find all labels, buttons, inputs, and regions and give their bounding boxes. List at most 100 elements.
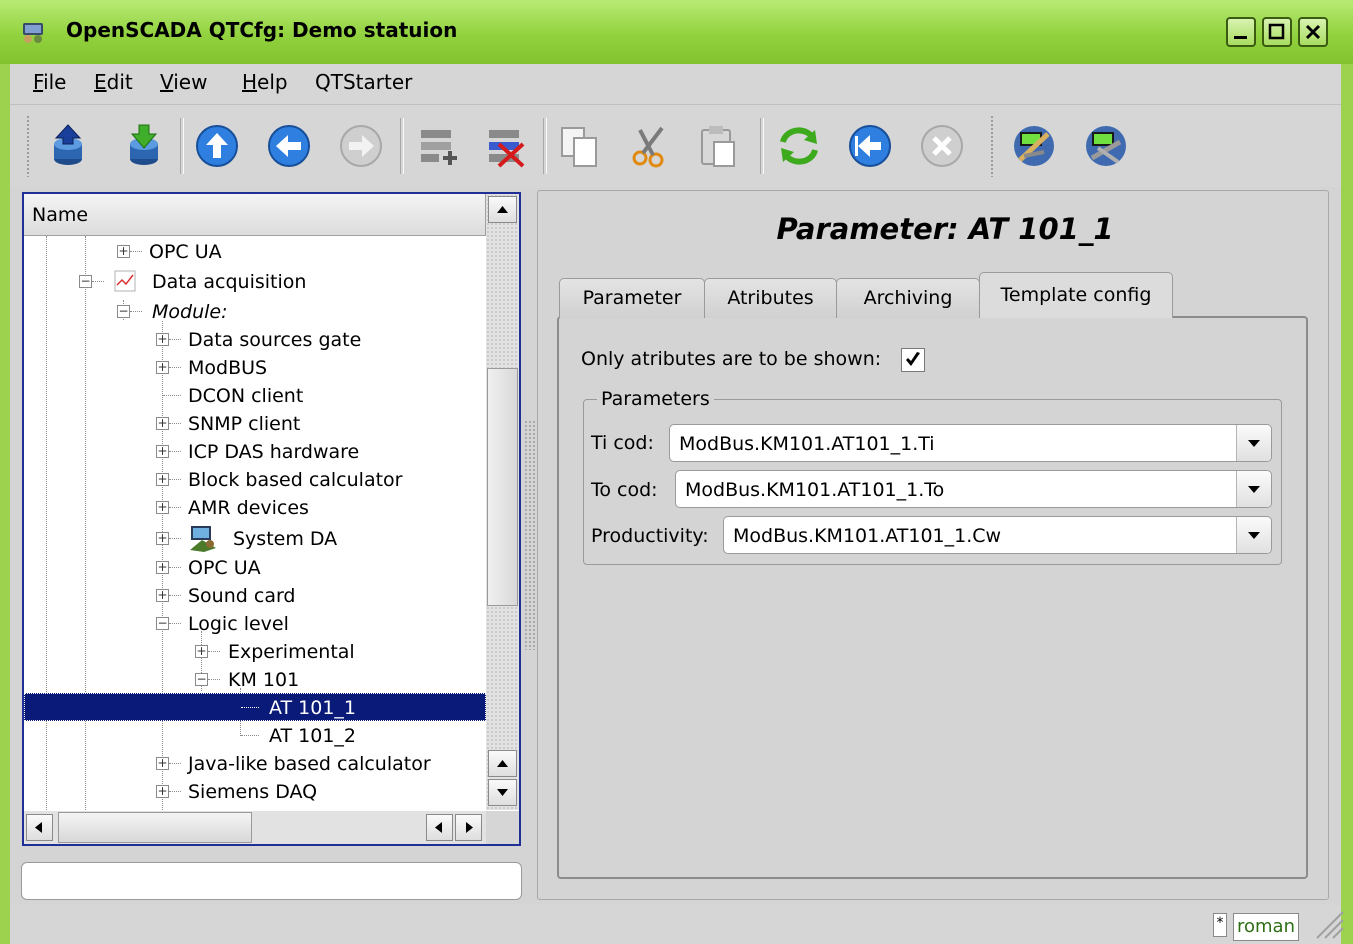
scroll-left-button[interactable] (26, 814, 53, 841)
menu-edit[interactable]: Edit (94, 70, 133, 94)
scroll-left-button-right[interactable] (426, 814, 453, 841)
expand-icon[interactable]: + (156, 785, 169, 798)
tree-column-header[interactable]: Name (24, 194, 486, 236)
tree-item-at-101-2[interactable]: AT 101_2 (24, 721, 484, 749)
tree-horizontal-scroll-thumb[interactable] (58, 812, 252, 843)
tree-item-label: Experimental (228, 641, 355, 663)
tree-vertical-scroll-thumb[interactable] (487, 368, 518, 606)
tree-branch (92, 281, 104, 283)
toolbar-grip[interactable] (26, 115, 30, 177)
only-attributes-checkbox[interactable] (901, 348, 925, 372)
tree-item-km-101[interactable]: − KM 101 (24, 665, 484, 693)
up-icon[interactable] (193, 122, 241, 170)
tree-item-system-da[interactable]: + System DA (24, 522, 484, 554)
expand-icon[interactable]: + (156, 473, 169, 486)
toolbar-grip[interactable] (990, 115, 994, 177)
tree-item-dcon-client[interactable]: DCON client (24, 381, 484, 409)
user-indicator[interactable]: roman (1233, 913, 1299, 941)
expand-icon[interactable]: + (156, 361, 169, 374)
expand-icon[interactable]: + (156, 757, 169, 770)
tab-atributes[interactable]: Atributes (704, 278, 837, 318)
tree-item-opc-ua[interactable]: + OPC UA (24, 553, 484, 581)
tree-item-label: OPC UA (188, 557, 261, 579)
to-cod-label: To cod: (591, 479, 658, 501)
db-save-icon[interactable] (120, 122, 168, 170)
tab-parameter[interactable]: Parameter (559, 278, 705, 318)
tree-item-label: Module: (152, 301, 228, 323)
tree-item-icp-das-hardware[interactable]: + ICP DAS hardware (24, 437, 484, 465)
tree-item-modbus[interactable]: + ModBUS (24, 353, 484, 381)
tree-item-module[interactable]: − Module: (24, 297, 484, 325)
modified-indicator: * (1213, 913, 1227, 937)
expand-icon[interactable]: + (156, 417, 169, 430)
tree-item-java-like-calculator[interactable]: + Java-like based calculator (24, 749, 484, 777)
tree-item-sound-card[interactable]: + Sound card (24, 581, 484, 609)
resize-grip-icon[interactable] (1305, 900, 1345, 940)
paste-icon[interactable] (694, 122, 742, 170)
status-message-field[interactable] (21, 862, 522, 900)
module-settings-icon[interactable] (1010, 122, 1058, 170)
menu-file[interactable]: File (33, 70, 66, 94)
module-settings-2-icon[interactable] (1082, 122, 1130, 170)
tree-item-amr-devices[interactable]: + AMR devices (24, 493, 484, 521)
stop-icon[interactable] (918, 122, 966, 170)
ti-cod-value: ModBus.KM101.AT101_1.Ti (679, 433, 935, 455)
tree-branch (169, 367, 181, 369)
tree-item-opc-ua-top[interactable]: + OPC UA (24, 237, 484, 265)
only-attributes-label: Only atributes are to be shown: (581, 348, 882, 370)
tree-branch (169, 595, 181, 597)
title-bar[interactable]: OpenSCADA QTCfg: Demo statuion (0, 0, 1353, 65)
expand-icon[interactable]: + (156, 589, 169, 602)
minimize-button[interactable] (1226, 17, 1256, 47)
start-icon[interactable] (846, 122, 894, 170)
db-load-icon[interactable] (44, 122, 92, 170)
expand-icon[interactable]: + (195, 645, 208, 658)
tree-item-data-sources-gate[interactable]: + Data sources gate (24, 325, 484, 353)
tree-item-logic-level[interactable]: − Logic level (24, 609, 484, 637)
menu-view[interactable]: View (160, 70, 207, 94)
collapse-icon[interactable]: − (195, 673, 208, 686)
expand-icon[interactable]: + (156, 445, 169, 458)
collapse-icon[interactable]: − (79, 275, 92, 288)
scroll-down-button[interactable] (488, 779, 517, 806)
forward-icon[interactable] (337, 122, 385, 170)
delete-item-icon[interactable] (481, 122, 529, 170)
scroll-up-button[interactable] (488, 196, 517, 223)
dropdown-arrow-icon[interactable] (1236, 471, 1271, 507)
dropdown-arrow-icon[interactable] (1236, 517, 1271, 553)
window-title: OpenSCADA QTCfg: Demo statuion (66, 18, 458, 42)
close-window-button[interactable] (1298, 17, 1328, 47)
tree-item-block-based-calculator[interactable]: + Block based calculator (24, 465, 484, 493)
panel-splitter-handle[interactable] (524, 420, 536, 650)
copy-icon[interactable] (556, 122, 604, 170)
tree-item-experimental[interactable]: + Experimental (24, 637, 484, 665)
dropdown-arrow-icon[interactable] (1236, 425, 1271, 461)
refresh-icon[interactable] (775, 122, 823, 170)
tab-archiving[interactable]: Archiving (836, 278, 980, 318)
expand-icon[interactable]: + (156, 333, 169, 346)
scroll-up-button-bottom[interactable] (488, 750, 517, 777)
expand-icon[interactable]: + (156, 561, 169, 574)
tree-item-data-acquisition[interactable]: − Data acquisition (24, 267, 484, 295)
productivity-combobox[interactable]: ModBus.KM101.AT101_1.Cw (723, 516, 1272, 554)
expand-icon[interactable]: + (156, 532, 169, 545)
expand-icon[interactable]: + (156, 501, 169, 514)
tab-template-config[interactable]: Template config (979, 272, 1173, 318)
maximize-button[interactable] (1262, 17, 1292, 47)
collapse-icon[interactable]: − (156, 617, 169, 630)
back-icon[interactable] (265, 122, 313, 170)
tree-item-at-101-1[interactable]: AT 101_1 (24, 693, 484, 721)
tree-item-snmp-client[interactable]: + SNMP client (24, 409, 484, 437)
ti-cod-combobox[interactable]: ModBus.KM101.AT101_1.Ti (669, 424, 1272, 462)
cut-icon[interactable] (626, 122, 674, 170)
scroll-right-button[interactable] (455, 814, 482, 841)
arrow-down-icon (497, 789, 508, 796)
menu-qtstarter[interactable]: QTStarter (315, 70, 412, 94)
collapse-icon[interactable]: − (117, 305, 130, 318)
ti-cod-label: Ti cod: (591, 432, 654, 454)
add-item-icon[interactable] (413, 122, 461, 170)
menu-help[interactable]: Help (242, 70, 288, 94)
expand-icon[interactable]: + (117, 245, 130, 258)
tree-item-siemens-daq[interactable]: + Siemens DAQ (24, 777, 484, 805)
to-cod-combobox[interactable]: ModBus.KM101.AT101_1.To (675, 470, 1272, 508)
